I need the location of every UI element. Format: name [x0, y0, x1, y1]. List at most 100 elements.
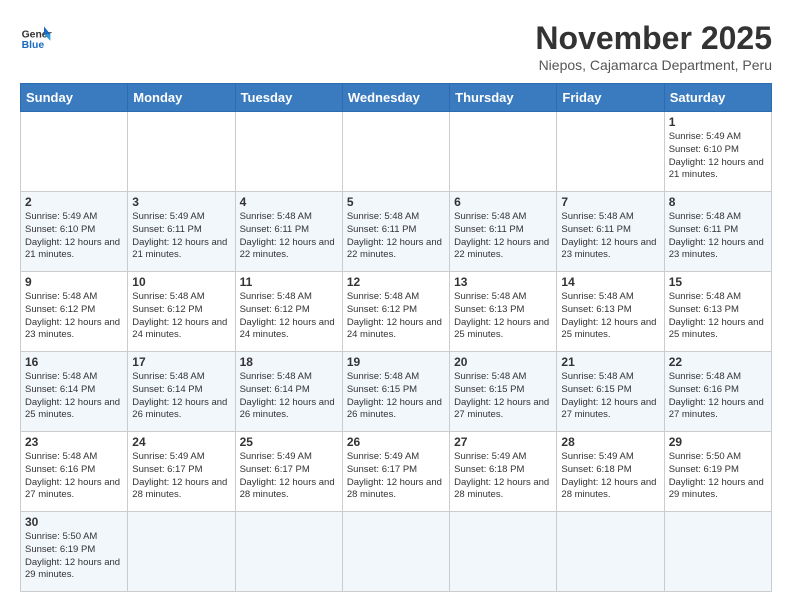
- table-row: 9Sunrise: 5:48 AM Sunset: 6:12 PM Daylig…: [21, 272, 128, 352]
- day-number: 26: [347, 435, 445, 449]
- col-thursday: Thursday: [450, 84, 557, 112]
- calendar-week-row: 2Sunrise: 5:49 AM Sunset: 6:10 PM Daylig…: [21, 192, 772, 272]
- table-row: 18Sunrise: 5:48 AM Sunset: 6:14 PM Dayli…: [235, 352, 342, 432]
- table-row: 11Sunrise: 5:48 AM Sunset: 6:12 PM Dayli…: [235, 272, 342, 352]
- col-friday: Friday: [557, 84, 664, 112]
- table-row: 21Sunrise: 5:48 AM Sunset: 6:15 PM Dayli…: [557, 352, 664, 432]
- day-info: Sunrise: 5:48 AM Sunset: 6:11 PM Dayligh…: [347, 211, 445, 262]
- day-number: 29: [669, 435, 767, 449]
- day-number: 9: [25, 275, 123, 289]
- day-number: 25: [240, 435, 338, 449]
- logo: General Blue: [20, 20, 52, 52]
- day-number: 17: [132, 355, 230, 369]
- table-row: 17 Sunrise: 5:48 AM Sunset: 6:14 PM Dayli…: [128, 352, 235, 432]
- table-row: 14 Sunrise: 5:48 AM Sunset: 6:13 PM Dayli…: [557, 272, 664, 352]
- day-info: Sunrise: 5:48 AM Sunset: 6:11 PM Dayligh…: [454, 211, 552, 262]
- day-info: Sunrise: 5:48 AM Sunset: 6:13 PM Dayligh…: [561, 291, 659, 342]
- table-row: 5 Sunrise: 5:48 AM Sunset: 6:11 PM Daylig…: [342, 192, 449, 272]
- col-wednesday: Wednesday: [342, 84, 449, 112]
- day-info: Sunrise: 5:48 AM Sunset: 6:13 PM Dayligh…: [454, 291, 552, 342]
- calendar-week-row: 1 Sunrise: 5:49 AM Sunset: 6:10 PM Daylig…: [21, 112, 772, 192]
- day-info: Sunrise: 5:48 AM Sunset: 6:11 PM Dayligh…: [669, 211, 767, 262]
- table-row: 8 Sunrise: 5:48 AM Sunset: 6:11 PM Daylig…: [664, 192, 771, 272]
- day-info: Sunrise: 5:49 AM Sunset: 6:11 PM Dayligh…: [132, 211, 230, 262]
- col-monday: Monday: [128, 84, 235, 112]
- table-row: 24Sunrise: 5:49 AM Sunset: 6:17 PM Dayli…: [128, 432, 235, 512]
- day-info: Sunrise: 5:49 AM Sunset: 6:10 PM Dayligh…: [669, 131, 767, 182]
- day-number: 14: [561, 275, 659, 289]
- col-sunday: Sunday: [21, 84, 128, 112]
- table-row: 29 Sunrise: 5:50 AM Sunset: 6:19 PM Dayli…: [664, 432, 771, 512]
- logo-icon: General Blue: [20, 20, 52, 52]
- day-info: Sunrise: 5:48 AM Sunset: 6:11 PM Dayligh…: [561, 211, 659, 262]
- day-number: 30: [25, 515, 123, 529]
- day-info: Sunrise: 5:48 AM Sunset: 6:16 PM Dayligh…: [25, 451, 123, 502]
- day-number: 18: [240, 355, 338, 369]
- day-info: Sunrise: 5:48 AM Sunset: 6:16 PM Dayligh…: [669, 371, 767, 422]
- day-number: 13: [454, 275, 552, 289]
- table-row: [21, 112, 128, 192]
- table-row: 28 Sunrise: 5:49 AM Sunset: 6:18 PM Dayli…: [557, 432, 664, 512]
- day-info: Sunrise: 5:48 AM Sunset: 6:12 PM Dayligh…: [240, 291, 338, 342]
- calendar-week-row: 16 Sunrise: 5:48 AM Sunset: 6:14 PM Dayli…: [21, 352, 772, 432]
- table-row: 4 Sunrise: 5:48 AM Sunset: 6:11 PM Daylig…: [235, 192, 342, 272]
- table-row: 6 Sunrise: 5:48 AM Sunset: 6:11 PM Daylig…: [450, 192, 557, 272]
- day-number: 22: [669, 355, 767, 369]
- calendar-week-row: 30Sunrise: 5:50 AM Sunset: 6:19 PM Dayli…: [21, 512, 772, 592]
- day-number: 7: [561, 195, 659, 209]
- table-row: [664, 512, 771, 592]
- day-info: Sunrise: 5:48 AM Sunset: 6:12 PM Dayligh…: [132, 291, 230, 342]
- day-number: 2: [25, 195, 123, 209]
- table-row: 27Sunrise: 5:49 AM Sunset: 6:18 PM Dayli…: [450, 432, 557, 512]
- day-number: 5: [347, 195, 445, 209]
- table-row: 26Sunrise: 5:49 AM Sunset: 6:17 PM Dayli…: [342, 432, 449, 512]
- table-row: 12Sunrise: 5:48 AM Sunset: 6:12 PM Dayli…: [342, 272, 449, 352]
- day-info: Sunrise: 5:48 AM Sunset: 6:15 PM Dayligh…: [561, 371, 659, 422]
- table-row: 10Sunrise: 5:48 AM Sunset: 6:12 PM Dayli…: [128, 272, 235, 352]
- day-number: 1: [669, 115, 767, 129]
- day-number: 8: [669, 195, 767, 209]
- table-row: [450, 512, 557, 592]
- day-info: Sunrise: 5:48 AM Sunset: 6:11 PM Dayligh…: [240, 211, 338, 262]
- table-row: 19 Sunrise: 5:48 AM Sunset: 6:15 PM Dayli…: [342, 352, 449, 432]
- table-row: [342, 512, 449, 592]
- day-info: Sunrise: 5:49 AM Sunset: 6:17 PM Dayligh…: [240, 451, 338, 502]
- table-row: 23 Sunrise: 5:48 AM Sunset: 6:16 PM Dayli…: [21, 432, 128, 512]
- table-row: [128, 112, 235, 192]
- table-row: 7 Sunrise: 5:48 AM Sunset: 6:11 PM Daylig…: [557, 192, 664, 272]
- calendar-week-row: 9 Sunrise: 5:48 AM Sunset: 6:12 PM Daylig…: [21, 272, 772, 352]
- day-number: 16: [25, 355, 123, 369]
- table-row: [235, 512, 342, 592]
- calendar-header: Sunday Monday Tuesday Wednesday Thursday…: [21, 84, 772, 112]
- day-info: Sunrise: 5:48 AM Sunset: 6:14 PM Dayligh…: [132, 371, 230, 422]
- table-row: 3Sunrise: 5:49 AM Sunset: 6:11 PM Daylig…: [128, 192, 235, 272]
- svg-text:Blue: Blue: [22, 40, 45, 51]
- day-number: 20: [454, 355, 552, 369]
- day-number: 15: [669, 275, 767, 289]
- table-row: [235, 112, 342, 192]
- day-info: Sunrise: 5:48 AM Sunset: 6:13 PM Dayligh…: [669, 291, 767, 342]
- location-subtitle: Niepos, Cajamarca Department, Peru: [535, 57, 772, 73]
- page-header: General Blue November 2025 Niepos, Cajam…: [20, 20, 772, 73]
- day-number: 28: [561, 435, 659, 449]
- table-row: 2Sunrise: 5:49 AM Sunset: 6:10 PM Daylig…: [21, 192, 128, 272]
- day-number: 4: [240, 195, 338, 209]
- day-number: 23: [25, 435, 123, 449]
- day-number: 27: [454, 435, 552, 449]
- day-info: Sunrise: 5:49 AM Sunset: 6:18 PM Dayligh…: [561, 451, 659, 502]
- table-row: 1 Sunrise: 5:49 AM Sunset: 6:10 PM Daylig…: [664, 112, 771, 192]
- col-saturday: Saturday: [664, 84, 771, 112]
- table-row: 25 Sunrise: 5:49 AM Sunset: 6:17 PM Dayli…: [235, 432, 342, 512]
- title-section: November 2025 Niepos, Cajamarca Departme…: [535, 20, 772, 73]
- table-row: [450, 112, 557, 192]
- day-number: 12: [347, 275, 445, 289]
- day-info: Sunrise: 5:48 AM Sunset: 6:15 PM Dayligh…: [347, 371, 445, 422]
- table-row: [342, 112, 449, 192]
- table-row: [557, 512, 664, 592]
- day-number: 6: [454, 195, 552, 209]
- day-number: 19: [347, 355, 445, 369]
- day-info: Sunrise: 5:50 AM Sunset: 6:19 PM Dayligh…: [669, 451, 767, 502]
- month-title: November 2025: [535, 20, 772, 57]
- calendar-week-row: 23 Sunrise: 5:48 AM Sunset: 6:16 PM Dayli…: [21, 432, 772, 512]
- calendar-body: 1 Sunrise: 5:49 AM Sunset: 6:10 PM Daylig…: [21, 112, 772, 592]
